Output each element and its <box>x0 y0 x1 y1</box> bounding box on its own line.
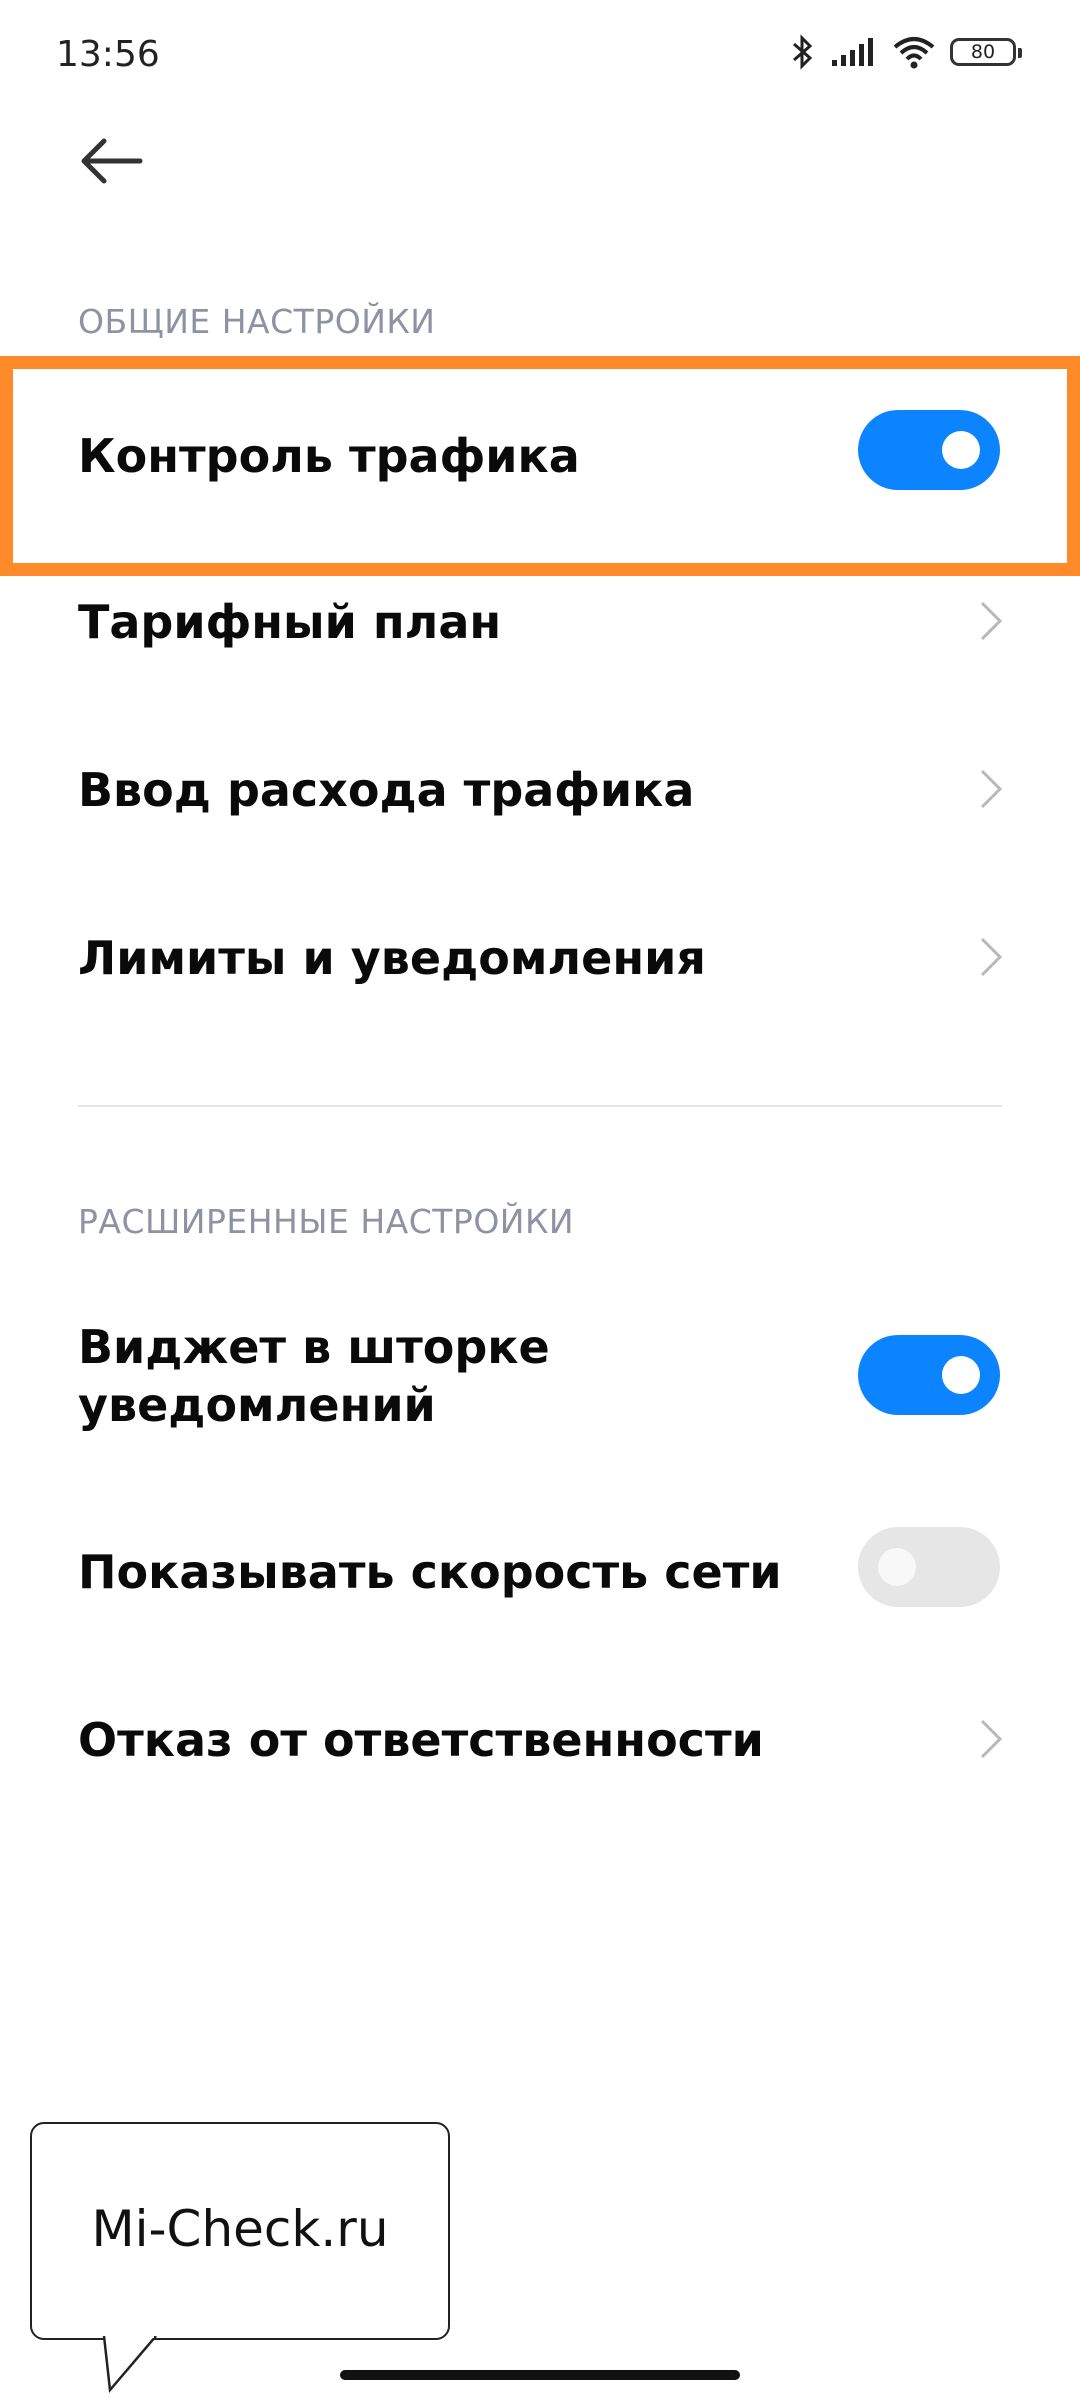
toggle-knob <box>942 1356 980 1394</box>
setting-disclaimer[interactable]: Отказ от ответственности <box>0 1678 1080 1798</box>
setting-tariff-plan-label: Тарифный план <box>78 595 502 649</box>
chevron-right-icon <box>980 937 1003 977</box>
section-header-general: ОБЩИЕ НАСТРОЙКИ <box>78 302 436 341</box>
toggle-knob <box>878 1548 916 1586</box>
setting-show-network-speed[interactable]: Показывать скорость сети <box>0 1510 1080 1630</box>
callout-tail <box>102 2336 157 2394</box>
status-time: 13:56 <box>56 34 160 75</box>
chevron-right-icon <box>980 1719 1003 1759</box>
section-divider <box>78 1105 1002 1107</box>
setting-disclaimer-label: Отказ от ответственности <box>78 1713 764 1767</box>
setting-limits-notifications-label: Лимиты и уведомления <box>78 931 706 985</box>
section-header-advanced: РАСШИРЕННЫЕ НАСТРОЙКИ <box>78 1202 575 1241</box>
bluetooth-icon <box>793 34 813 70</box>
arrow-left-icon <box>81 138 143 184</box>
callout-text: Mi-Check.ru <box>91 2200 389 2258</box>
network-speed-toggle[interactable] <box>858 1527 1000 1607</box>
status-bar: 13:56 80 <box>0 0 1080 110</box>
setting-tariff-plan[interactable]: Тарифный план <box>0 560 1080 680</box>
label-line-1: Виджет в шторке <box>78 1320 550 1374</box>
back-button[interactable] <box>78 136 144 186</box>
setting-notification-widget[interactable]: Виджет в шторке уведомлений <box>0 1300 1080 1450</box>
highlight-frame <box>0 356 1080 576</box>
setting-show-network-speed-label: Показывать скорость сети <box>78 1545 782 1599</box>
setting-traffic-input-label: Ввод расхода трафика <box>78 763 695 817</box>
home-indicator[interactable] <box>340 2370 740 2380</box>
label-line-2: уведомлений <box>78 1378 436 1432</box>
setting-limits-notifications[interactable]: Лимиты и уведомления <box>0 896 1080 1016</box>
notification-widget-toggle[interactable] <box>858 1335 1000 1415</box>
wifi-icon <box>893 37 935 69</box>
signal-icon <box>832 38 873 66</box>
battery-icon: 80 <box>950 38 1022 66</box>
watermark-callout: Mi-Check.ru <box>30 2122 450 2394</box>
chevron-right-icon <box>980 601 1003 641</box>
setting-traffic-input[interactable]: Ввод расхода трафика <box>0 728 1080 848</box>
status-icons: 80 <box>790 34 1022 70</box>
setting-notification-widget-label: Виджет в шторке уведомлений <box>78 1318 550 1434</box>
chevron-right-icon <box>980 769 1003 809</box>
